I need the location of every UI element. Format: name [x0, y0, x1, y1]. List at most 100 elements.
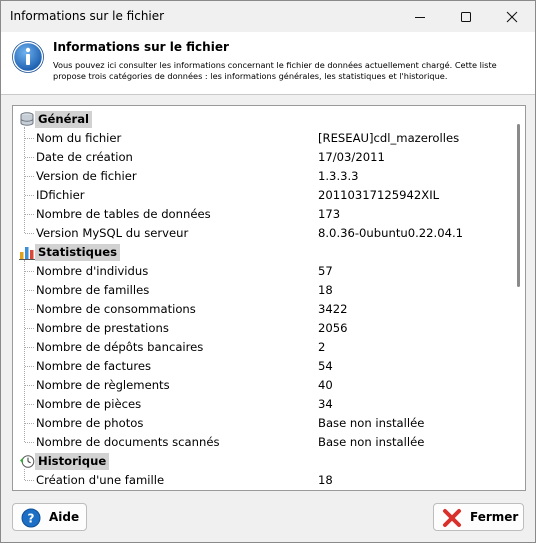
item-label: Nombre de prestations	[36, 321, 169, 335]
tree-guide	[25, 480, 34, 481]
title-bar: Informations sur le fichier	[1, 1, 535, 32]
bar-chart-icon	[19, 244, 35, 260]
help-button[interactable]: ? Aide	[12, 503, 87, 531]
tree-guide	[25, 423, 34, 424]
tree-guide	[25, 442, 34, 443]
close-button-label: Fermer	[470, 510, 519, 524]
category-label: Historique	[35, 453, 110, 470]
tree-category[interactable]: Historique	[13, 452, 513, 471]
tree-category[interactable]: Statistiques	[13, 243, 513, 262]
tree-item[interactable]: Nombre de tables de données 173	[13, 205, 513, 224]
tree-item[interactable]: Nombre de consommations 3422	[13, 300, 513, 319]
scrollbar-thumb[interactable]	[517, 124, 520, 287]
item-value: 2056	[318, 321, 348, 335]
header-description: Vous pouvez ici consulter les informatio…	[53, 60, 497, 81]
item-label: Version MySQL du serveur	[36, 226, 189, 240]
close-icon	[506, 11, 518, 22]
database-icon	[19, 111, 35, 127]
history-clock-icon	[19, 453, 35, 469]
tree-item[interactable]: Nombre de documents scannés Base non inst…	[13, 433, 513, 452]
tree-guide	[25, 404, 34, 405]
tree-guide	[25, 138, 34, 139]
item-value: 20110317125942XIL	[318, 188, 440, 202]
item-label: Nombre de tables de données	[36, 207, 211, 221]
help-button-label: Aide	[49, 510, 80, 524]
tree-guide-line	[24, 469, 25, 480]
maximize-button[interactable]	[443, 1, 489, 32]
tree-category[interactable]: Général	[13, 110, 513, 129]
tree-item[interactable]: Nombre de familles 18	[13, 281, 513, 300]
minimize-icon	[415, 16, 425, 18]
tree-guide	[25, 176, 34, 177]
item-value: 1.3.3.3	[318, 169, 359, 183]
tree-guide-line	[24, 260, 25, 442]
item-value: 2	[318, 340, 326, 354]
item-value: Base non installée	[318, 435, 425, 449]
item-label: Nombre de dépôts bancaires	[36, 340, 204, 354]
tree-item[interactable]: Nombre de dépôts bancaires 2	[13, 338, 513, 357]
item-value: 54	[318, 359, 333, 373]
tree-item[interactable]: Nombre d'individus 57	[13, 262, 513, 281]
category-label: Statistiques	[35, 244, 120, 261]
tree-guide	[25, 271, 34, 272]
tree-guide	[25, 157, 34, 158]
item-label: IDfichier	[36, 188, 85, 202]
category-label: Général	[35, 111, 93, 128]
tree-guide	[25, 195, 34, 196]
vertical-scrollbar[interactable]	[513, 106, 525, 490]
tree-item[interactable]: Nombre de factures 54	[13, 357, 513, 376]
item-value: Base non installée	[318, 416, 425, 430]
maximize-icon	[461, 11, 471, 22]
tree-item[interactable]: Nombre de règlements 40	[13, 376, 513, 395]
item-value: 57	[318, 264, 333, 278]
minimize-button[interactable]	[397, 1, 443, 32]
item-label: Version de fichier	[36, 169, 137, 183]
window-title: Informations sur le fichier	[10, 9, 165, 23]
tree-guide	[25, 214, 34, 215]
tree-item[interactable]: Version de fichier 1.3.3.3	[13, 167, 513, 186]
item-label: Nombre de consommations	[36, 302, 196, 316]
svg-text:?: ?	[28, 512, 35, 526]
item-label: Nombre de pièces	[36, 397, 142, 411]
tree-guide	[25, 290, 34, 291]
item-label: Nombre de familles	[36, 283, 150, 297]
tree-item[interactable]: Date de création 17/03/2011	[13, 148, 513, 167]
item-value: 40	[318, 378, 333, 392]
tree-guide	[25, 328, 34, 329]
close-button[interactable]: Fermer	[433, 503, 524, 531]
help-icon: ?	[21, 508, 41, 528]
tree-guide	[25, 233, 34, 234]
item-label: Nom du fichier	[36, 131, 122, 145]
file-info-window: Informations sur le fichier Informations…	[0, 0, 536, 543]
item-label: Création d'une famille	[36, 473, 165, 487]
tree-item[interactable]: Nombre de photos Base non installée	[13, 414, 513, 433]
close-window-button[interactable]	[489, 1, 535, 32]
item-value: 17/03/2011	[318, 150, 385, 164]
item-label: Date de création	[36, 150, 133, 164]
header-banner: Informations sur le fichier Vous pouvez …	[1, 32, 535, 95]
item-value: 3422	[318, 302, 348, 316]
info-tree-panel[interactable]: Général Nom du fichier [RESEAU]cdl_mazerol…	[12, 105, 526, 491]
tree-guide	[25, 309, 34, 310]
tree-item[interactable]: IDfichier 20110317125942XIL	[13, 186, 513, 205]
info-icon	[12, 41, 44, 73]
item-value: 18	[318, 283, 333, 297]
tree-item[interactable]: Création d'une famille 18	[13, 471, 513, 490]
item-label: Nombre de factures	[36, 359, 152, 373]
tree-item[interactable]: Version MySQL du serveur 8.0.36-0ubuntu0.…	[13, 224, 513, 243]
tree-guide	[25, 366, 34, 367]
item-value: 8.0.36-0ubuntu0.22.04.1	[318, 226, 464, 240]
item-value: 18	[318, 473, 333, 487]
tree-guide-line	[24, 127, 25, 233]
item-value: 34	[318, 397, 333, 411]
red-cross-icon	[443, 509, 461, 527]
tree-item[interactable]: Nombre de prestations 2056	[13, 319, 513, 338]
tree-item[interactable]: Nom du fichier [RESEAU]cdl_mazerolles	[13, 129, 513, 148]
item-label: Nombre de documents scannés	[36, 435, 220, 449]
item-value: 173	[318, 207, 341, 221]
tree-guide	[25, 347, 34, 348]
tree-guide	[25, 385, 34, 386]
header-title: Informations sur le fichier	[53, 40, 229, 54]
tree-item[interactable]: Nombre de pièces 34	[13, 395, 513, 414]
item-value: [RESEAU]cdl_mazerolles	[318, 131, 460, 145]
